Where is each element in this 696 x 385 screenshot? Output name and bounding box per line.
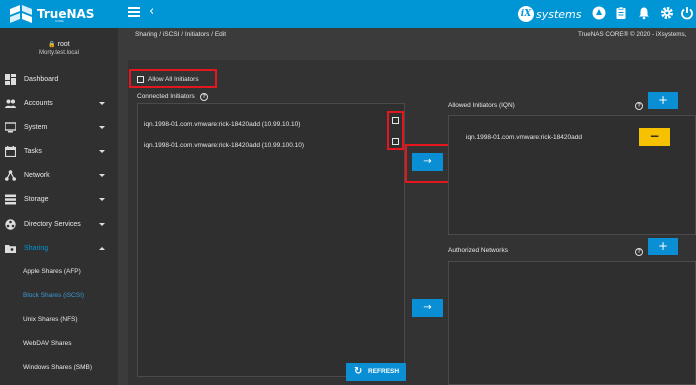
copyright-text: TrueNAS CORE® © 2020 - iXsystems, (578, 31, 687, 38)
user-host: Morty.test.local (39, 50, 79, 56)
sidebar-subitem-label: Apple Shares (AFP) (23, 268, 81, 275)
folder-share-icon (5, 244, 16, 253)
sidebar-item-label: Tasks (24, 147, 42, 155)
network-icon (5, 169, 16, 181)
sidebar-subitem-nfs[interactable]: Unix Shares (NFS) (0, 309, 118, 331)
add-to-networks-button[interactable]: → (412, 299, 443, 317)
chevron-up-icon (99, 246, 105, 250)
top-bar: TrueNAS CORE ‹ iX systems (0, 0, 696, 28)
chevron-down-icon (99, 125, 105, 129)
refresh-button[interactable]: ↻ REFRESH (346, 363, 406, 381)
chevron-left-icon[interactable]: ‹ (149, 4, 154, 19)
power-icon[interactable] (680, 6, 694, 20)
sidebar-subitem-afp[interactable]: Apple Shares (AFP) (0, 261, 118, 283)
connected-initiators-list: iqn.1998-01.com.vmware:rick-18420add (10… (137, 103, 405, 377)
allowed-initiators-label: Allowed Initiators (IQN) (448, 102, 515, 109)
sidebar-item-storage[interactable]: Storage (0, 188, 118, 210)
user-info: 🔒 root Morty.test.local (0, 28, 118, 66)
sidebar: 🔒 root Morty.test.local Dashboard Accoun… (0, 28, 118, 385)
monitor-icon (5, 121, 16, 132)
sidebar-item-label: Accounts (24, 99, 53, 107)
lock-icon: 🔒 (48, 42, 56, 48)
authorized-networks-label: Authorized Networks (448, 247, 508, 254)
sidebar-subitem-label: Block Shares (iSCSI) (23, 292, 85, 299)
chevron-down-icon (99, 173, 105, 177)
sidebar-item-label: Directory Services (24, 220, 81, 228)
sidebar-item-label: System (24, 123, 48, 131)
refresh-button-label: REFRESH (368, 368, 400, 375)
sidebar-item-network[interactable]: Network (0, 164, 118, 186)
breadcrumb[interactable]: Sharing / iSCSI / Initiators / Edit (135, 31, 226, 38)
brand-name: TrueNAS (37, 7, 95, 21)
remove-allowed-initiator-button[interactable]: − (639, 128, 670, 146)
ixsystems-logo[interactable]: iX systems (518, 6, 582, 22)
sidebar-subitem-smb[interactable]: Windows Shares (SMB) (0, 357, 118, 379)
allow-all-initiators-label: Allow All Initiators (148, 76, 199, 83)
initiators-form-card: Allow All Initiators Connected Initiator… (128, 60, 696, 385)
allowed-initiator-item: iqn.1998-01.com.vmware:rick-18420add (466, 134, 582, 141)
chevron-down-icon (99, 101, 105, 105)
connected-initiators-label: Connected Initiators (137, 93, 195, 100)
sidebar-subitem-label: Windows Shares (SMB) (23, 364, 92, 371)
sidebar-item-label: Network (24, 171, 50, 179)
sidebar-item-label: Sharing (24, 244, 49, 252)
connected-initiator-item: iqn.1998-01.com.vmware:rick-18420add (10… (144, 121, 301, 128)
help-icon[interactable]: ? (200, 93, 208, 101)
sidebar-item-tasks[interactable]: Tasks (0, 140, 118, 162)
directory-icon (5, 218, 16, 230)
help-icon[interactable]: ? (635, 102, 643, 110)
brand-edition: CORE (55, 19, 64, 23)
truenas-logo[interactable]: TrueNAS (8, 5, 94, 23)
sidebar-item-accounts[interactable]: Accounts (0, 92, 118, 114)
calendar-icon (5, 145, 16, 157)
breadcrumb-bar: Sharing / iSCSI / Initiators / Edit True… (118, 28, 696, 42)
ix-text: systems (536, 7, 582, 21)
add-allowed-initiator-button[interactable]: + (648, 92, 678, 109)
main-content: Allow All Initiators Connected Initiator… (118, 42, 696, 385)
clipboard-icon[interactable] (614, 6, 628, 20)
user-name: root (57, 41, 70, 48)
add-to-allowed-button[interactable]: → (412, 153, 443, 171)
connected-initiator-item: iqn.1998-01.com.vmware:rick-18420add (10… (144, 142, 305, 149)
refresh-icon: ↻ (354, 366, 363, 377)
sidebar-item-label: Dashboard (24, 75, 59, 83)
authorized-networks-list (448, 261, 696, 385)
sidebar-item-directory-services[interactable]: Directory Services (0, 213, 118, 235)
allow-all-initiators-checkbox[interactable] (137, 76, 144, 83)
add-authorized-network-button[interactable]: + (648, 238, 678, 255)
user-name-row: 🔒 root (0, 41, 118, 48)
menu-toggle-icon[interactable] (128, 7, 140, 19)
sidebar-item-label: Storage (24, 195, 49, 203)
dashboard-icon (5, 73, 16, 85)
sidebar-item-sharing[interactable]: Sharing (0, 237, 118, 259)
sidebar-subitem-iscsi[interactable]: Block Shares (iSCSI) (0, 285, 118, 307)
sidebar-subitem-label: Unix Shares (NFS) (23, 316, 78, 323)
ix-badge: iX (518, 6, 534, 22)
help-icon[interactable]: ? (635, 248, 643, 256)
chevron-down-icon (99, 222, 105, 226)
gear-icon[interactable] (660, 6, 674, 20)
connected-initiator-checkbox[interactable] (392, 117, 399, 124)
sidebar-subitem-webdav[interactable]: WebDAV Shares (0, 333, 118, 355)
chevron-down-icon (99, 149, 105, 153)
bell-icon[interactable] (637, 6, 651, 20)
sidebar-subitem-label: WebDAV Shares (23, 340, 72, 347)
truenas-logo-mark-icon (10, 5, 32, 23)
storage-icon (5, 194, 16, 204)
connected-initiator-checkbox[interactable] (392, 138, 399, 145)
sidebar-item-system[interactable]: System (0, 116, 118, 138)
sidebar-item-dashboard[interactable]: Dashboard (0, 68, 118, 90)
chevron-down-icon (99, 197, 105, 201)
accounts-icon (5, 99, 16, 108)
truecommand-icon[interactable] (592, 6, 606, 20)
